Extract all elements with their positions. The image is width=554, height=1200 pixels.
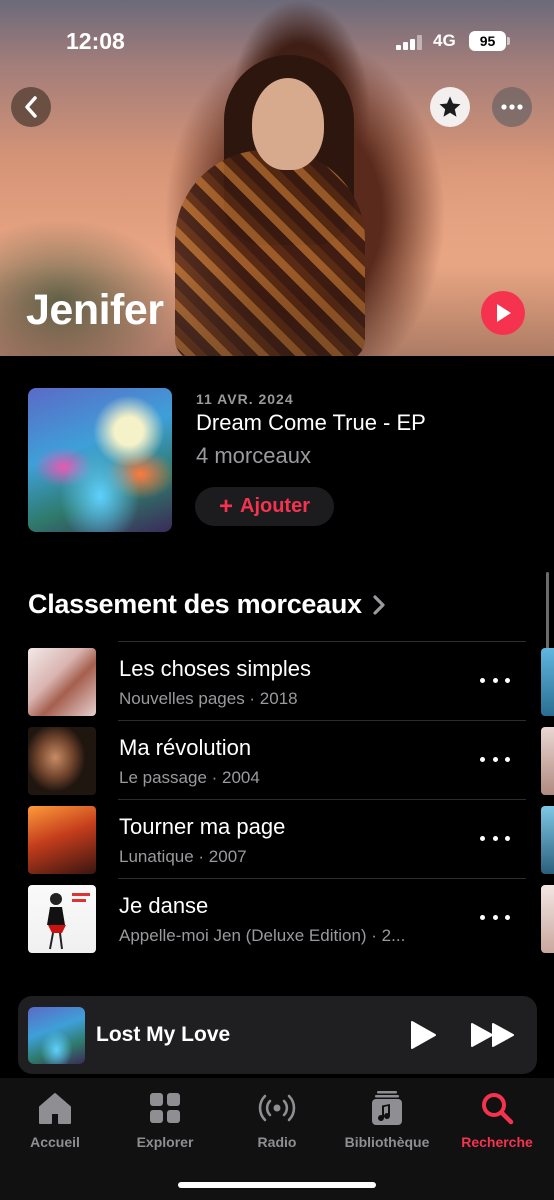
artist-name: Jenifer xyxy=(26,286,164,334)
star-icon xyxy=(439,96,461,117)
fast-forward-icon[interactable] xyxy=(470,1022,516,1048)
hero-artist-face xyxy=(252,78,324,170)
top-songs-list: Les choses simples Nouvelles pages · 201… xyxy=(0,641,554,957)
now-playing-title: Lost My Love xyxy=(96,1023,231,1046)
section-title: Classement des morceaux xyxy=(28,589,362,619)
top-songs-header[interactable]: Classement des morceaux xyxy=(28,589,386,620)
chevron-right-icon xyxy=(373,594,385,615)
song-more-icon[interactable] xyxy=(480,828,510,848)
battery-icon: 95 xyxy=(469,31,506,51)
song-artwork xyxy=(28,806,96,874)
tab-home[interactable]: Accueil xyxy=(0,1088,110,1150)
network-label: 4G xyxy=(433,31,456,50)
song-title: Les choses simples xyxy=(119,656,311,681)
next-column-artwork xyxy=(541,806,554,874)
library-icon xyxy=(372,1091,402,1125)
add-button-label: Ajouter xyxy=(240,495,310,517)
back-button[interactable] xyxy=(11,87,51,127)
song-row[interactable]: Ma révolution Le passage · 2004 xyxy=(0,720,554,799)
play-artist-button[interactable] xyxy=(481,291,525,335)
song-title: Je danse xyxy=(119,893,209,918)
divider xyxy=(118,799,526,800)
signal-icon xyxy=(396,34,426,50)
song-title: Tourner ma page xyxy=(119,814,286,839)
next-column-artwork xyxy=(541,885,554,953)
release-track-count: 4 morceaux xyxy=(196,443,311,468)
home-icon xyxy=(39,1093,71,1124)
play-icon xyxy=(497,304,511,322)
release-title[interactable]: Dream Come True - EP xyxy=(196,410,426,436)
divider xyxy=(118,720,526,721)
album-cover-figure xyxy=(47,893,90,950)
chevron-left-icon xyxy=(25,96,37,118)
search-icon xyxy=(482,1093,514,1125)
tab-explore[interactable]: Explorer xyxy=(110,1088,220,1150)
tab-label: Accueil xyxy=(30,1134,80,1150)
song-more-icon[interactable] xyxy=(480,670,510,690)
song-artwork xyxy=(28,727,96,795)
release-artwork[interactable] xyxy=(28,388,172,532)
song-artwork xyxy=(28,648,96,716)
tab-library[interactable]: Bibliothèque xyxy=(332,1088,442,1150)
mini-player[interactable]: Lost My Love xyxy=(18,996,537,1074)
favorite-button[interactable] xyxy=(430,87,470,127)
home-indicator[interactable] xyxy=(178,1182,376,1188)
divider xyxy=(118,641,526,642)
radio-icon xyxy=(258,1094,296,1122)
more-options-button[interactable] xyxy=(492,87,532,127)
tab-label: Radio xyxy=(257,1134,297,1150)
ellipsis-icon xyxy=(501,104,523,110)
song-title: Ma révolution xyxy=(119,735,252,760)
next-column-artwork xyxy=(541,727,554,795)
next-column-artwork xyxy=(541,648,554,716)
song-row[interactable]: Je danse Appelle-moi Jen (Deluxe Edition… xyxy=(0,878,554,957)
song-artwork xyxy=(28,885,96,953)
tab-label: Explorer xyxy=(136,1134,194,1150)
song-subtitle: Nouvelles pages · 2018 xyxy=(119,689,298,708)
now-playing-artwork xyxy=(28,1007,85,1064)
song-more-icon[interactable] xyxy=(480,749,510,769)
song-subtitle: Appelle-moi Jen (Deluxe Edition) · 2... xyxy=(119,926,406,945)
add-release-button[interactable]: + Ajouter xyxy=(195,487,334,526)
tab-radio[interactable]: Radio xyxy=(222,1088,332,1150)
tab-label: Recherche xyxy=(461,1134,533,1150)
divider xyxy=(118,878,526,879)
song-row[interactable]: Les choses simples Nouvelles pages · 201… xyxy=(0,641,554,720)
play-icon[interactable] xyxy=(408,1020,438,1050)
release-date: 11 AVR. 2024 xyxy=(196,391,294,407)
plus-icon: + xyxy=(218,492,233,520)
status-bar: 12:08 4G 95 xyxy=(0,0,554,70)
battery-tip xyxy=(507,37,510,45)
song-subtitle: Le passage · 2004 xyxy=(119,768,260,787)
song-subtitle: Lunatique · 2007 xyxy=(119,847,247,866)
song-row[interactable]: Tourner ma page Lunatique · 2007 xyxy=(0,799,554,878)
tab-search[interactable]: Recherche xyxy=(442,1088,552,1150)
song-more-icon[interactable] xyxy=(480,907,510,927)
tab-label: Bibliothèque xyxy=(344,1134,430,1150)
status-time: 12:08 xyxy=(66,28,125,54)
grid-icon xyxy=(150,1093,180,1123)
